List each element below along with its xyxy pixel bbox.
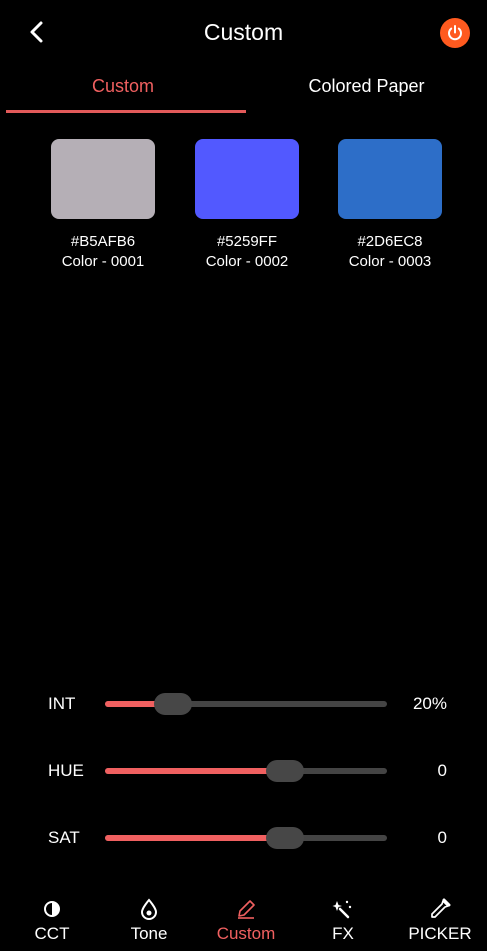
int-slider[interactable] xyxy=(105,693,387,715)
nav-label: CCT xyxy=(34,924,70,943)
slider-hue-row: HUE 0 xyxy=(0,751,487,791)
page-title: Custom xyxy=(203,19,284,45)
swatch-hex: #2D6EC8 xyxy=(357,233,423,250)
contrast-icon xyxy=(44,901,60,917)
tab-custom[interactable]: Custom xyxy=(0,76,246,97)
slider-label: HUE xyxy=(48,761,84,780)
nav-label: Tone xyxy=(130,924,168,943)
tab-bar: Custom Colored Paper xyxy=(0,66,487,114)
magic-wand-icon xyxy=(332,900,352,919)
hue-slider[interactable] xyxy=(105,760,387,782)
slider-thumb[interactable] xyxy=(266,827,305,849)
slider-label: INT xyxy=(48,694,76,713)
sat-slider[interactable] xyxy=(105,827,387,849)
nav-item-cct[interactable]: CCT xyxy=(7,896,97,944)
swatch-color-0003[interactable]: #2D6EC8 Color - 0003 xyxy=(338,139,442,272)
tab-colored-paper[interactable]: Colored Paper xyxy=(246,76,487,97)
slider-value: 20% xyxy=(412,694,447,713)
swatch-color-0002[interactable]: #5259FF Color - 0002 xyxy=(195,139,299,272)
slider-thumb[interactable] xyxy=(153,693,192,715)
power-button[interactable] xyxy=(440,18,470,48)
nav-label: PICKER xyxy=(408,924,472,943)
swatch-hex: #B5AFB6 xyxy=(70,233,136,250)
swatch-preview xyxy=(195,139,299,219)
eyedropper-icon xyxy=(431,898,451,918)
header: Custom xyxy=(0,0,487,66)
swatch-hex: #5259FF xyxy=(216,233,278,250)
swatch-preview xyxy=(338,139,442,219)
power-icon xyxy=(448,25,462,41)
slider-fill xyxy=(105,768,286,774)
swatch-name: Color - 0002 xyxy=(205,253,289,270)
slider-int-row: INT 20% xyxy=(0,684,487,724)
nav-label: Custom xyxy=(216,924,276,943)
nav-item-picker[interactable]: PICKER xyxy=(395,896,485,944)
slider-value: 0 xyxy=(437,828,447,847)
drop-icon xyxy=(140,898,158,920)
nav-item-custom[interactable]: Custom xyxy=(201,896,291,944)
active-tab-indicator xyxy=(6,110,246,113)
nav-item-fx[interactable]: FX xyxy=(298,896,388,944)
nav-item-tone[interactable]: Tone xyxy=(104,896,194,944)
swatch-name: Color - 0001 xyxy=(61,253,145,270)
slider-fill xyxy=(105,835,286,841)
swatch-name: Color - 0003 xyxy=(348,253,432,270)
slider-label: SAT xyxy=(48,828,80,847)
nav-label: FX xyxy=(332,924,354,943)
swatch-color-0001[interactable]: #B5AFB6 Color - 0001 xyxy=(51,139,155,272)
slider-sat-row: SAT 0 xyxy=(0,818,487,858)
swatch-preview xyxy=(51,139,155,219)
slider-value: 0 xyxy=(437,761,447,780)
slider-thumb[interactable] xyxy=(266,760,305,782)
bottom-nav: CCT Tone Custom FX PICKER xyxy=(0,896,487,951)
pencil-icon xyxy=(238,900,255,919)
